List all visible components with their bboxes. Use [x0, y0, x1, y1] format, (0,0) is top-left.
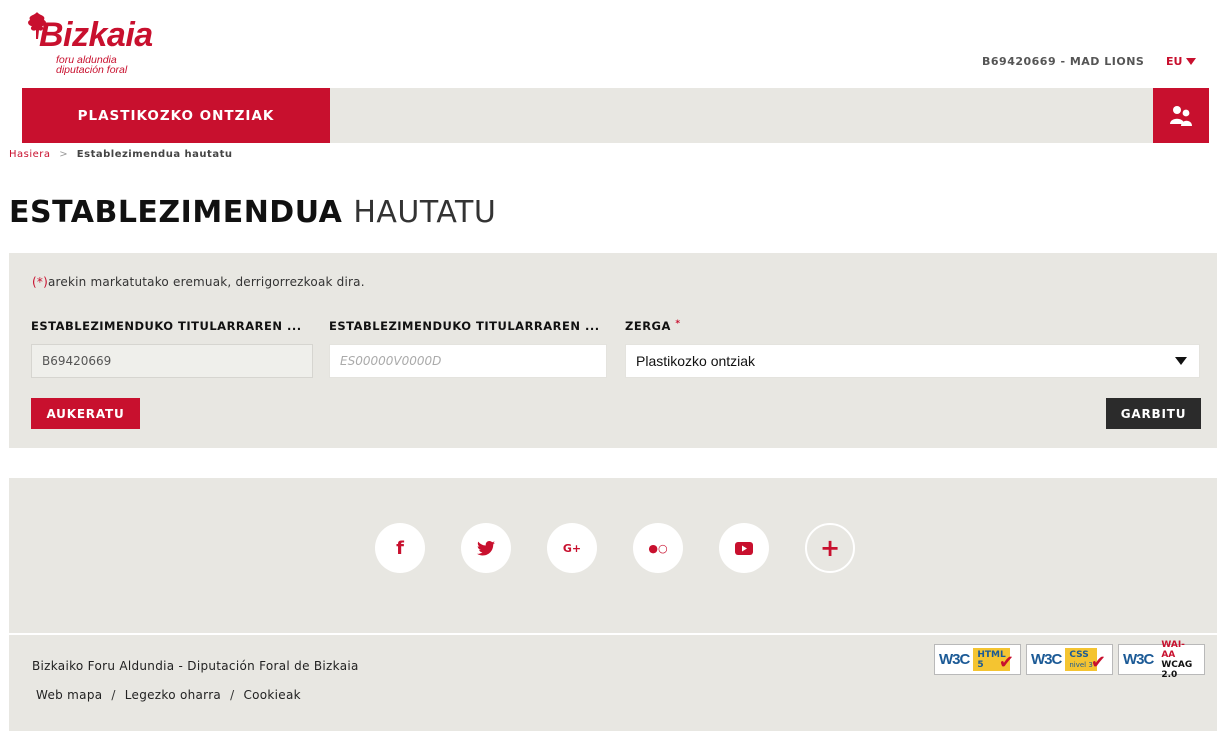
establishment-form: (*)arekin markatutako eremuak, derrigorr… — [9, 253, 1217, 448]
youtube-icon[interactable] — [719, 523, 769, 573]
social-links: f G+ ●○ + — [375, 523, 855, 573]
footer: Bizkaiko Foru Aldundia - Diputación Fora… — [9, 635, 1217, 731]
youtube-play-icon — [735, 541, 753, 555]
holder-code-input[interactable]: ES00000V0000D — [329, 344, 607, 378]
users-icon — [1170, 105, 1192, 126]
logo-subtitle-es: diputación foral — [56, 64, 128, 76]
checkmark-icon: ✔ — [998, 652, 1014, 673]
badge-line1: CSS — [1069, 649, 1089, 660]
required-fields-note: (*)arekin markatutako eremuak, derrigorr… — [32, 275, 365, 289]
twitter-bird-icon — [477, 540, 495, 555]
breadcrumb-separator: > — [59, 149, 69, 160]
clear-button[interactable]: GARBITU — [1106, 398, 1201, 429]
badge-label: WAI-AA WCAG 2.0 — [1157, 640, 1200, 680]
w3c-badges: W3C HTML 5 ✔ W3C CSS nivel 3 ✔ W3C WAI-AA W… — [934, 640, 1205, 680]
facebook-icon[interactable]: f — [375, 523, 425, 573]
w3c-logo: W3C — [1123, 651, 1154, 668]
checkmark-icon: ✔ — [1090, 652, 1106, 673]
flickr-icon[interactable]: ●○ — [633, 523, 683, 573]
breadcrumb-home-link[interactable]: Hasiera — [9, 149, 51, 160]
w3c-css3-badge[interactable]: W3C CSS nivel 3 ✔ — [1026, 644, 1113, 675]
w3c-logo: W3C — [939, 651, 970, 668]
breadcrumb-current: Establezimendua hautatu — [76, 149, 233, 160]
caret-down-icon — [1186, 58, 1197, 65]
w3c-wai-aa-badge[interactable]: W3C WAI-AA WCAG 2.0 — [1118, 640, 1205, 680]
holder-nif-label: ESTABLEZIMENDUKO TITULARRAREN ... — [31, 319, 302, 333]
required-mark: (*) — [32, 275, 48, 289]
page-title: ESTABLEZIMENDUA HAUTATU — [9, 195, 496, 230]
footer-links: Web mapa / Legezko oharra / Cookieak — [36, 688, 301, 702]
section-tab-plastic-packaging[interactable]: PLASTIKOZKO ONTZIAK — [22, 88, 330, 143]
tax-select-value: Plastikozko ontziak — [636, 353, 756, 369]
footer-social-section: f G+ ●○ + — [9, 478, 1217, 633]
footer-link-sitemap[interactable]: Web mapa — [36, 688, 102, 702]
badge-line2: nivel 3 — [1069, 660, 1093, 669]
users-button[interactable] — [1153, 88, 1209, 143]
footer-link-cookies[interactable]: Cookieak — [243, 688, 300, 702]
logo-text: Bizkaia — [39, 16, 153, 54]
badge-line2: WCAG 2.0 — [1161, 659, 1193, 680]
plus-icon[interactable]: + — [805, 523, 855, 573]
w3c-html5-badge[interactable]: W3C HTML 5 ✔ — [934, 644, 1021, 675]
holder-nif-input[interactable]: B69420669 — [31, 344, 313, 378]
section-tab-label: PLASTIKOZKO ONTZIAK — [77, 107, 275, 124]
badge-line1: WAI-AA — [1161, 639, 1185, 660]
language-label: EU — [1166, 55, 1183, 68]
w3c-logo: W3C — [1031, 651, 1062, 668]
footer-organization: Bizkaiko Foru Aldundia - Diputación Fora… — [32, 659, 359, 673]
dropdown-arrow-icon — [1175, 357, 1187, 365]
tax-label: ZERGA * — [625, 319, 681, 333]
user-account-label[interactable]: B69420669 - MAD LIONS — [982, 55, 1144, 68]
holder-code-label: ESTABLEZIMENDUKO TITULARRAREN ... — [329, 319, 600, 333]
footer-link-separator: / — [230, 688, 235, 702]
footer-link-separator: / — [111, 688, 116, 702]
tax-label-text: ZERGA — [625, 319, 671, 333]
breadcrumb: Hasiera > Establezimendua hautatu — [9, 149, 232, 160]
top-navigation-bar: PLASTIKOZKO ONTZIAK — [22, 88, 1209, 143]
required-asterisk: * — [675, 319, 681, 329]
select-button[interactable]: AUKERATU — [31, 398, 140, 429]
google-plus-glyph: G+ — [562, 541, 582, 555]
page-title-strong: ESTABLEZIMENDUA — [9, 195, 343, 230]
tax-select[interactable]: Plastikozko ontziak — [625, 344, 1200, 378]
page-title-light: HAUTATU — [353, 195, 497, 230]
twitter-icon[interactable] — [461, 523, 511, 573]
flickr-glyph: ●○ — [648, 541, 668, 555]
footer-link-legal[interactable]: Legezko oharra — [125, 688, 221, 702]
google-plus-icon[interactable]: G+ — [547, 523, 597, 573]
required-note-text: arekin markatutako eremuak, derrigorrezk… — [47, 275, 365, 289]
language-selector[interactable]: EU — [1166, 55, 1197, 68]
